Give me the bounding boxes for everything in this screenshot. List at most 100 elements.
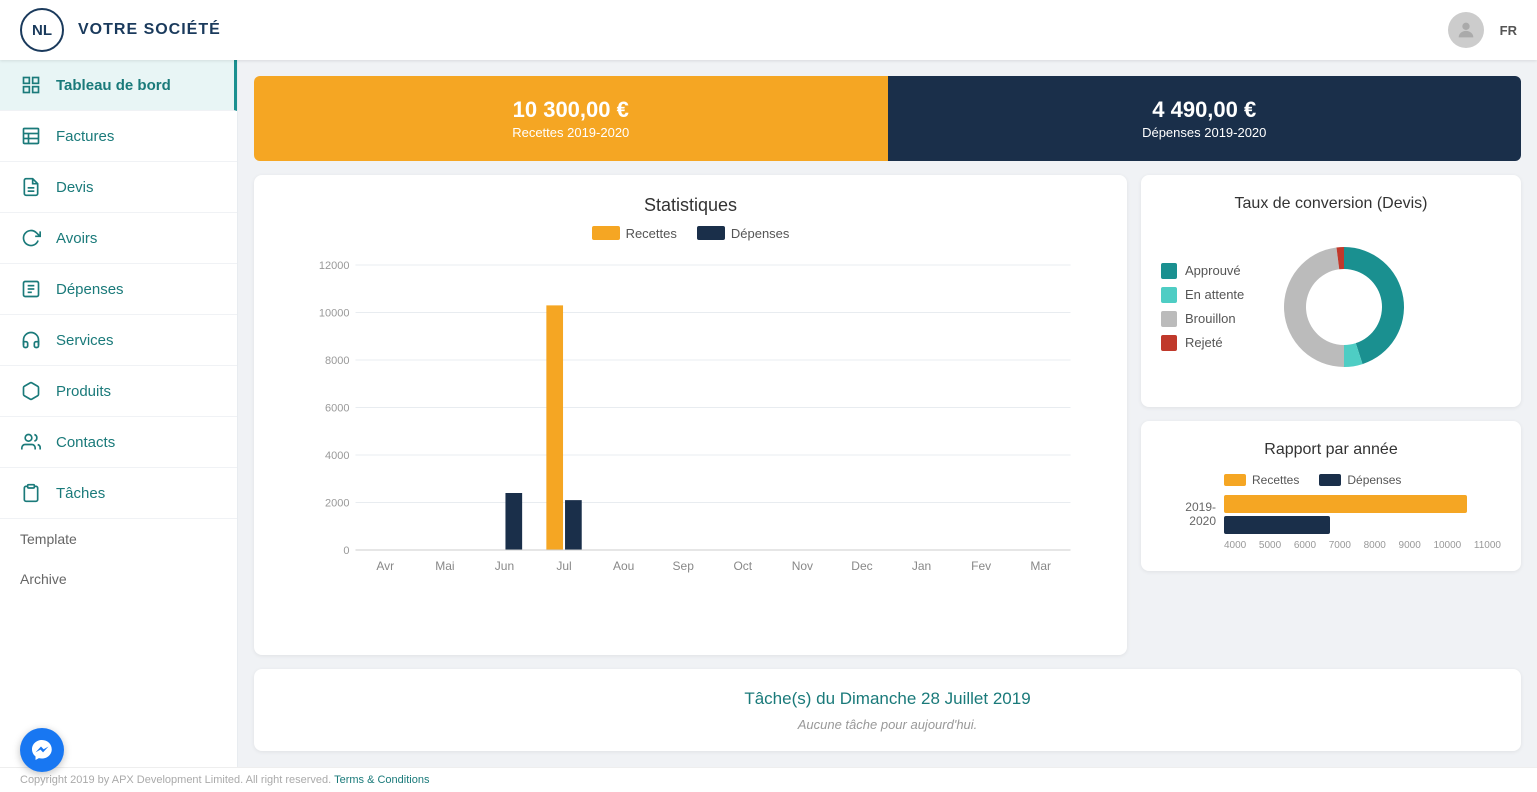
sidebar-item-label: Services [56, 332, 114, 349]
donut-legend-brouillon: Brouillon [1161, 311, 1244, 327]
svg-text:Avr: Avr [376, 559, 394, 573]
sidebar-section-archive[interactable]: Archive [0, 559, 237, 599]
sidebar-item-avoirs[interactable]: Avoirs [0, 213, 237, 264]
header: NL VOTRE SOCIÉTÉ FR [0, 0, 1537, 60]
rapport-axis-label: 8000 [1364, 540, 1386, 551]
recettes-card: 10 300,00 € Recettes 2019-2020 [254, 76, 888, 161]
sidebar-item-tableau[interactable]: Tableau de bord [0, 60, 237, 111]
svg-text:Sep: Sep [673, 559, 695, 573]
svg-text:8000: 8000 [325, 355, 349, 367]
rapport-bars: 2019-2020 [1161, 495, 1501, 534]
tasks-title: Tâche(s) du Dimanche 28 Juillet 2019 [274, 689, 1501, 709]
svg-text:Nov: Nov [792, 559, 813, 573]
recettes-label: Recettes 2019-2020 [512, 125, 629, 140]
depenses-amount: 4 490,00 € [1152, 97, 1256, 123]
svg-text:10000: 10000 [319, 307, 350, 319]
sidebar-item-label: Avoirs [56, 230, 97, 247]
rapport-recettes-bar [1224, 495, 1467, 513]
header-left: NL VOTRE SOCIÉTÉ [20, 8, 221, 52]
document-list-icon [20, 278, 42, 300]
footer-terms[interactable]: Terms & Conditions [334, 774, 429, 786]
user-avatar[interactable] [1448, 12, 1484, 48]
sidebar-item-label: Produits [56, 383, 111, 400]
sidebar-section-template[interactable]: Template [0, 519, 237, 559]
donut-color [1161, 311, 1177, 327]
language-selector[interactable]: FR [1500, 23, 1517, 38]
sidebar-item-label: Devis [56, 179, 94, 196]
grid-icon [20, 74, 42, 96]
rapport-axis-label: 7000 [1329, 540, 1351, 551]
sidebar-item-label: Dépenses [56, 281, 124, 298]
header-right: FR [1448, 12, 1517, 48]
sidebar-item-label: Tâches [56, 485, 105, 502]
sidebar-item-taches[interactable]: Tâches [0, 468, 237, 519]
svg-text:Jun: Jun [495, 559, 514, 573]
rapport-axis-label: 4000 [1224, 540, 1246, 551]
rapport-depenses-color [1319, 474, 1341, 486]
legend-depenses: Dépenses [697, 226, 790, 241]
donut-container: ApprouvéEn attenteBrouillonRejeté [1161, 227, 1501, 387]
tasks-empty: Aucune tâche pour aujourd'hui. [274, 717, 1501, 732]
right-panels: Taux de conversion (Devis) ApprouvéEn at… [1141, 175, 1521, 655]
svg-text:Fev: Fev [971, 559, 991, 573]
legend-depenses-label: Dépenses [731, 226, 790, 241]
rapport-axis-label: 5000 [1259, 540, 1281, 551]
conversion-panel: Taux de conversion (Devis) ApprouvéEn at… [1141, 175, 1521, 407]
svg-text:Oct: Oct [733, 559, 752, 573]
clipboard-icon [20, 482, 42, 504]
legend-recettes-color [592, 226, 620, 240]
donut-legend-en-attente: En attente [1161, 287, 1244, 303]
donut-color [1161, 287, 1177, 303]
svg-text:12000: 12000 [319, 260, 350, 272]
svg-text:Aou: Aou [613, 559, 634, 573]
sidebar-item-depenses[interactable]: Dépenses [0, 264, 237, 315]
donut-color [1161, 335, 1177, 351]
donut-legend-rejeté: Rejeté [1161, 335, 1244, 351]
people-icon [20, 431, 42, 453]
svg-text:Mar: Mar [1030, 559, 1051, 573]
svg-text:Jul: Jul [556, 559, 571, 573]
chart-area: 020004000600080001000012000AvrMaiJunJulA… [274, 255, 1107, 635]
rapport-year-label: 2019-2020 [1161, 500, 1216, 528]
rapport-recettes-label: Recettes [1252, 473, 1299, 487]
sidebar-item-devis[interactable]: Devis [0, 162, 237, 213]
sidebar-item-produits[interactable]: Produits [0, 366, 237, 417]
main-content: 10 300,00 € Recettes 2019-2020 4 490,00 … [238, 60, 1537, 767]
sidebar-item-label: Factures [56, 128, 114, 145]
footer-copyright: Copyright 2019 by APX Development Limite… [20, 774, 331, 786]
logo: NL [20, 8, 64, 52]
rapport-depenses-label: Dépenses [1347, 473, 1401, 487]
svg-text:0: 0 [343, 545, 349, 557]
headset-icon [20, 329, 42, 351]
rapport-chart: Recettes Dépenses 2019-2020 4000 5000 6000… [1161, 473, 1501, 551]
svg-text:Jan: Jan [912, 559, 931, 573]
sidebar-item-contacts[interactable]: Contacts [0, 417, 237, 468]
legend-recettes: Recettes [592, 226, 677, 241]
recettes-amount: 10 300,00 € [513, 97, 629, 123]
donut-chart [1264, 227, 1424, 387]
statistics-chart: Statistiques Recettes Dépenses 020004000… [254, 175, 1127, 655]
footer: Copyright 2019 by APX Development Limite… [0, 767, 1537, 792]
donut-color [1161, 263, 1177, 279]
rapport-depenses-bar [1224, 516, 1330, 534]
rapport-title: Rapport par année [1161, 441, 1501, 459]
middle-row: Statistiques Recettes Dépenses 020004000… [254, 175, 1521, 655]
chat-bubble[interactable] [20, 728, 64, 772]
messenger-icon [30, 738, 54, 762]
rapport-row: 2019-2020 [1161, 495, 1501, 534]
refresh-icon [20, 227, 42, 249]
sidebar-item-services[interactable]: Services [0, 315, 237, 366]
rapport-chart-legend: Recettes Dépenses [1161, 473, 1501, 487]
donut-legend: ApprouvéEn attenteBrouillonRejeté [1161, 263, 1244, 351]
rapport-axis-label: 6000 [1294, 540, 1316, 551]
bar-chart-svg: 020004000600080001000012000AvrMaiJunJulA… [274, 255, 1107, 595]
rapport-legend-recettes: Recettes [1224, 473, 1299, 487]
rapport-panel: Rapport par année Recettes Dépenses [1141, 421, 1521, 571]
top-cards: 10 300,00 € Recettes 2019-2020 4 490,00 … [254, 76, 1521, 161]
sidebar-item-factures[interactable]: Factures [0, 111, 237, 162]
sidebar-item-label: Contacts [56, 434, 115, 451]
svg-text:Dec: Dec [851, 559, 872, 573]
rapport-axis-label: 11000 [1474, 540, 1501, 551]
company-name: VOTRE SOCIÉTÉ [78, 21, 221, 39]
svg-text:Mai: Mai [435, 559, 454, 573]
